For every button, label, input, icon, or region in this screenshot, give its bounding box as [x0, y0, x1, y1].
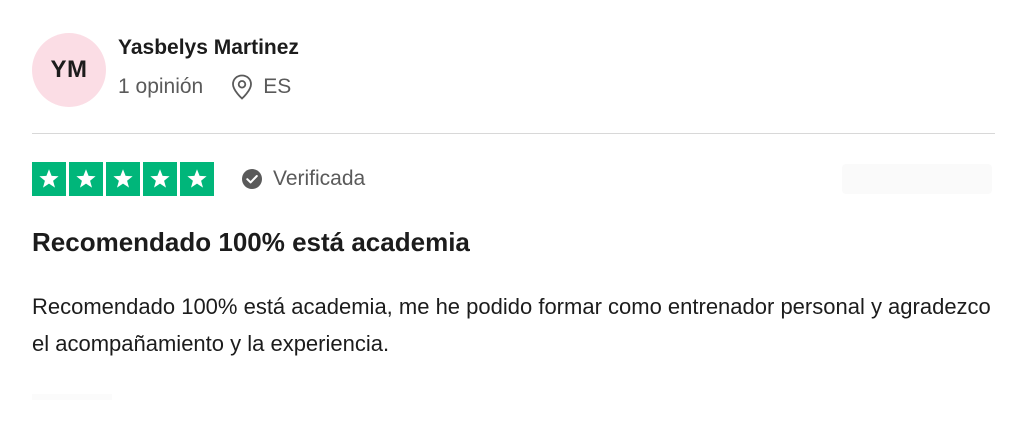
verified-label: Verificada: [273, 167, 366, 190]
reviews-count: 1 opinión: [118, 75, 204, 98]
star-5: [180, 162, 214, 196]
star-3: [106, 162, 140, 196]
star-icon: [113, 169, 133, 188]
star-4: [143, 162, 177, 196]
divider: [32, 133, 995, 134]
star-1: [32, 162, 66, 196]
star-icon: [187, 169, 207, 188]
review-date-placeholder: [842, 164, 992, 194]
avatar[interactable]: YM: [32, 33, 106, 107]
location-pin-icon: [232, 74, 253, 100]
star-rating: [32, 162, 214, 196]
review-card: YM Yasbelys Martinez 1 opinión ES Verifi…: [0, 0, 1024, 440]
review-body: Recomendado 100% está academia, me he po…: [32, 294, 991, 356]
reviewer-country: ES: [263, 75, 292, 98]
verified-badge[interactable]: Verificada: [241, 165, 365, 193]
verified-check-icon: [242, 169, 262, 189]
reviewer-name[interactable]: Yasbelys Martinez: [118, 36, 299, 60]
star-icon: [150, 169, 170, 188]
star-icon: [39, 169, 59, 188]
star-2: [69, 162, 103, 196]
star-icon: [76, 169, 96, 188]
review-title[interactable]: Recomendado 100% está academia: [32, 227, 470, 258]
reviewer-meta: 1 opinión ES: [118, 72, 291, 102]
footer-placeholder: [32, 394, 112, 400]
